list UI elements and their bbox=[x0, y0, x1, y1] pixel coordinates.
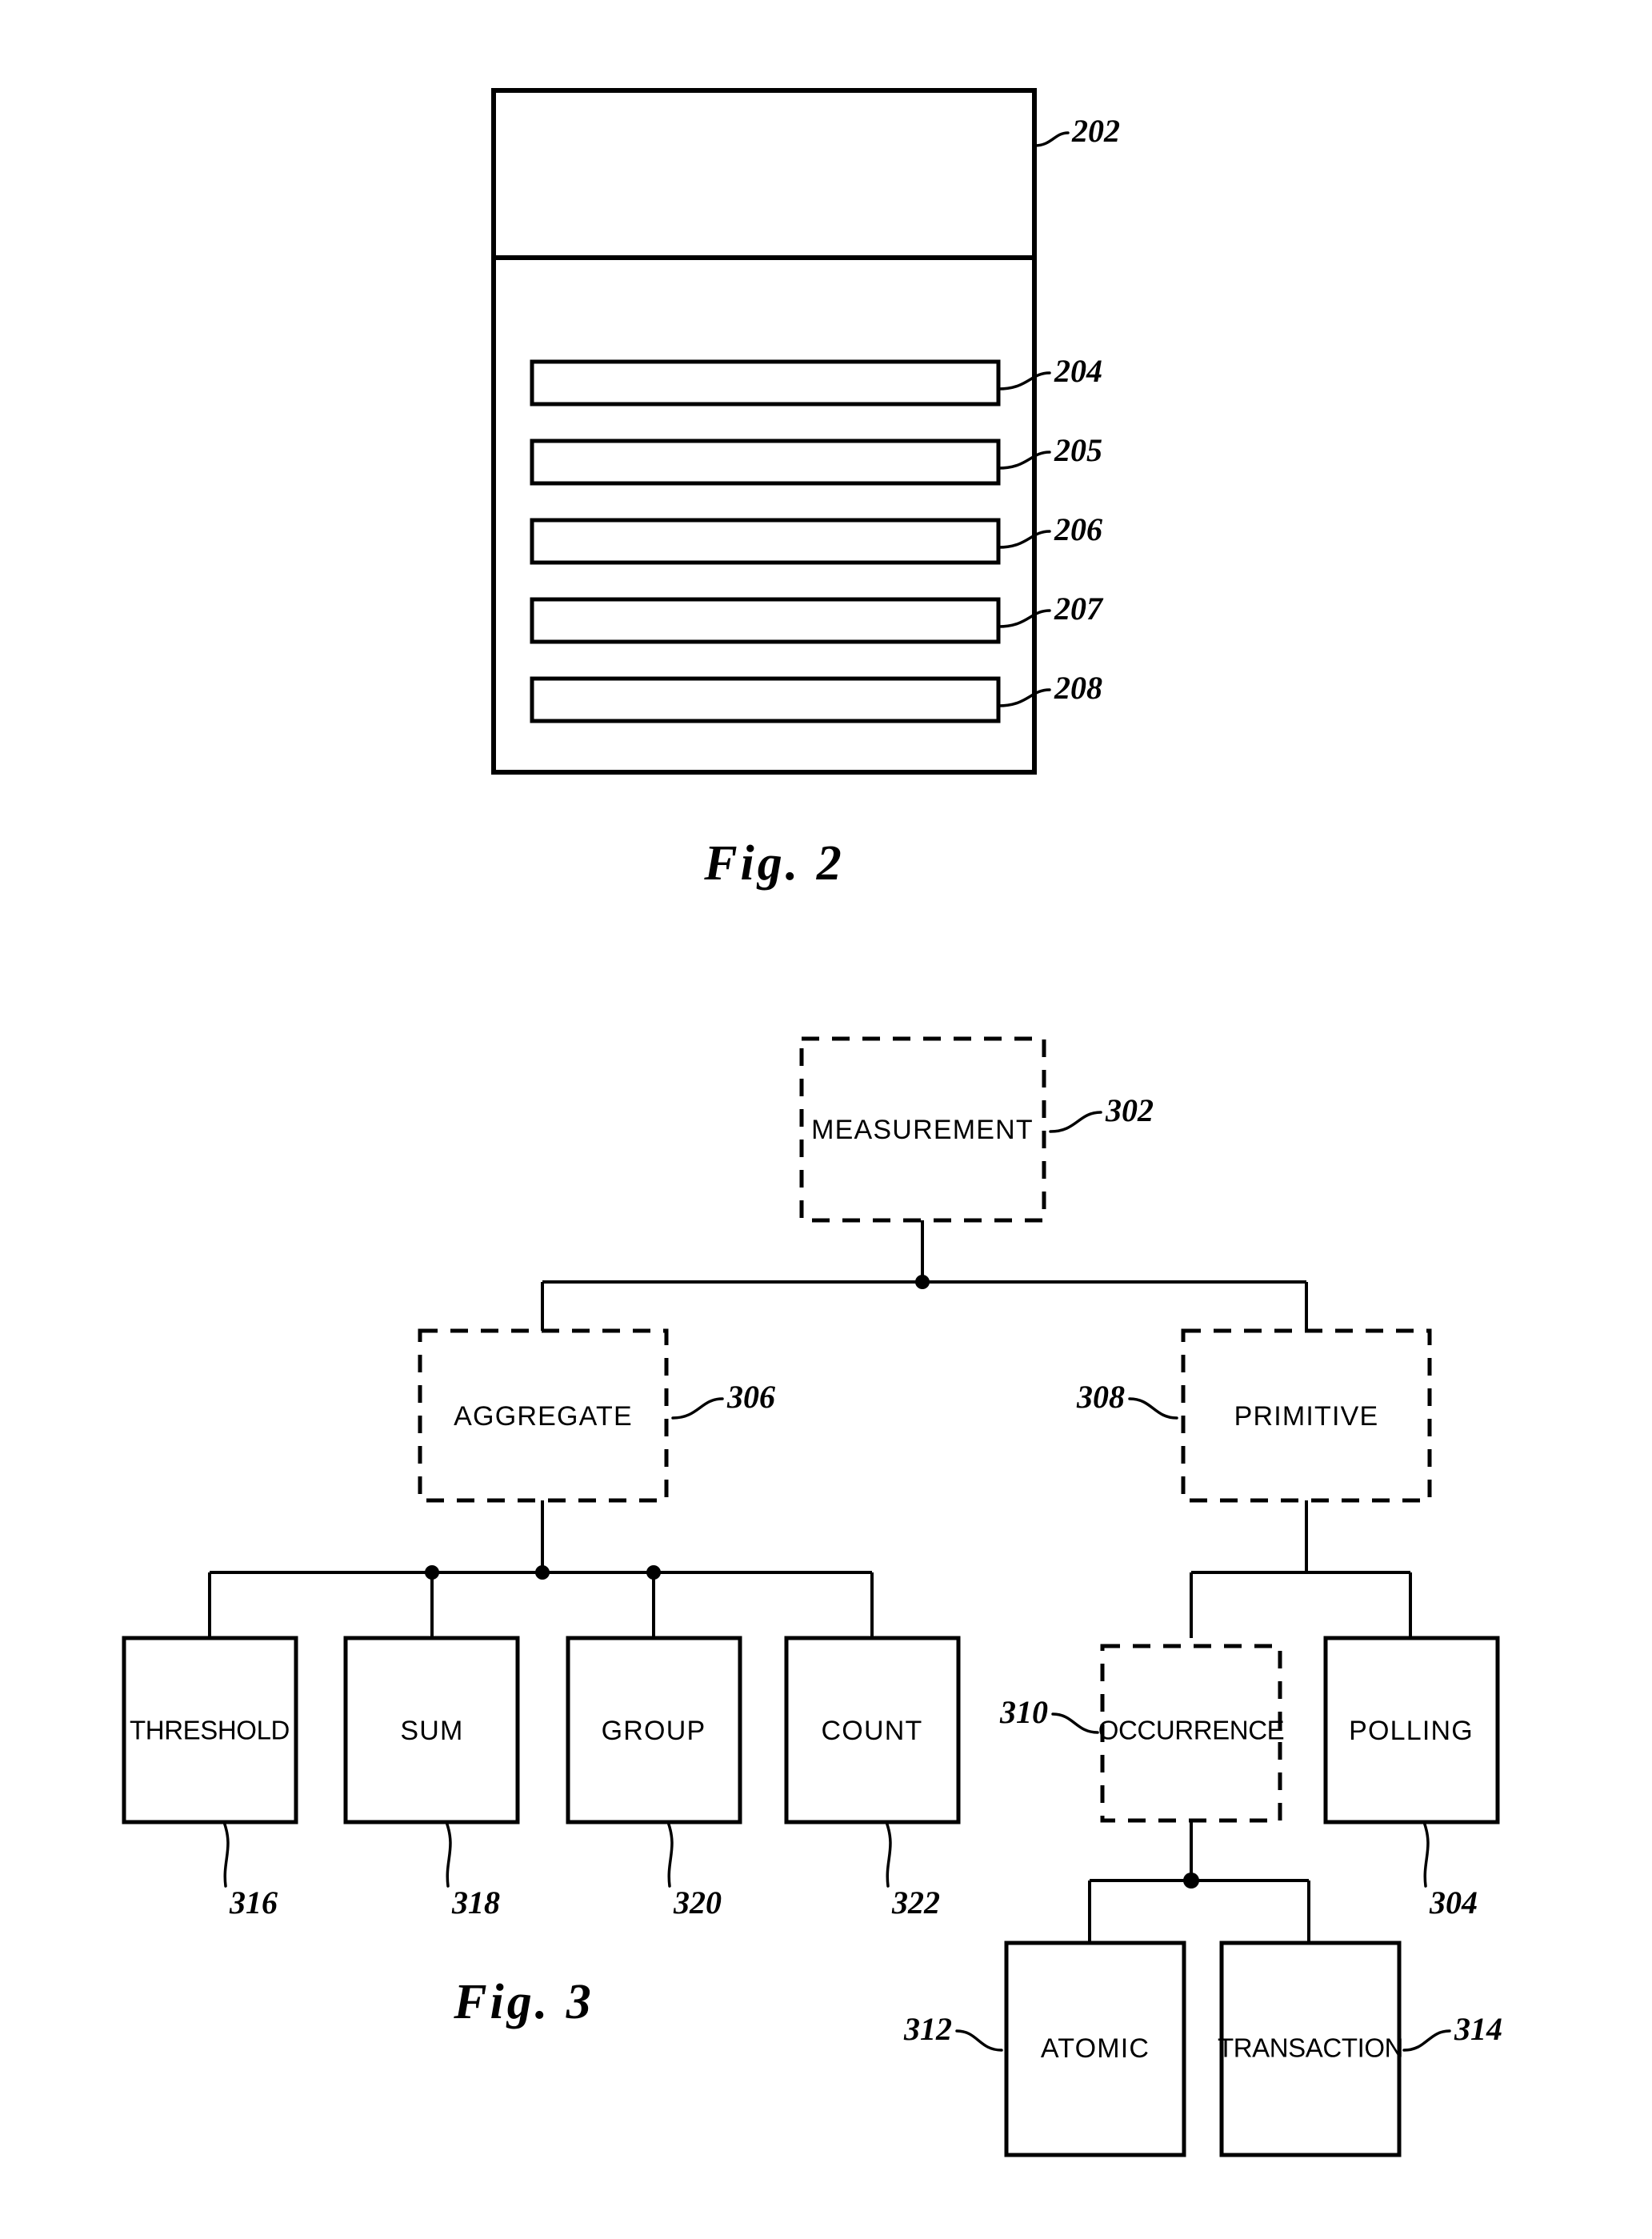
figure-2-group: 202 204 205 206 207 208 Fig. 2 bbox=[491, 88, 1120, 891]
ref-label-314: 314 bbox=[1454, 2011, 1502, 2047]
junction-dot-measurement bbox=[915, 1275, 930, 1289]
junction-dot-aggregate-center bbox=[535, 1565, 550, 1580]
ref-label-306: 306 bbox=[726, 1379, 775, 1415]
leader-line-308 bbox=[1128, 1397, 1178, 1420]
figure2-bar-2 bbox=[530, 439, 1001, 486]
leader-line-318 bbox=[445, 1820, 452, 1888]
figure3-caption: Fig. 3 bbox=[453, 1975, 594, 2029]
ref-label-318: 318 bbox=[451, 1885, 500, 1921]
figure2-caption: Fig. 2 bbox=[703, 836, 845, 891]
node-transaction[interactable]: TRANSACTION bbox=[1218, 1941, 1403, 2157]
node-measurement-label: MEASUREMENT bbox=[811, 1115, 1034, 1145]
leader-line-306 bbox=[671, 1397, 724, 1420]
node-occurrence-label: OCCURRENCE bbox=[1098, 1716, 1285, 1745]
ref-label-312: 312 bbox=[903, 2011, 952, 2047]
node-measurement[interactable]: MEASUREMENT bbox=[799, 1036, 1046, 1223]
figure-3-group: MEASUREMENT 302 AGGREGATE 306 PRIMITIVE … bbox=[122, 1036, 1502, 2157]
node-primitive[interactable]: PRIMITIVE bbox=[1181, 1328, 1432, 1503]
ref-label-204: 204 bbox=[1054, 353, 1102, 389]
leader-line-310 bbox=[1051, 1712, 1099, 1734]
leader-line-304 bbox=[1422, 1820, 1430, 1888]
node-group-label: GROUP bbox=[602, 1716, 706, 1746]
figures-canvas: 202 204 205 206 207 208 Fig. 2 MEASUREME… bbox=[122, 88, 1502, 2157]
node-primitive-label: PRIMITIVE bbox=[1234, 1401, 1379, 1432]
node-aggregate[interactable]: AGGREGATE bbox=[418, 1328, 669, 1503]
leader-line-316 bbox=[222, 1820, 230, 1888]
ref-label-304: 304 bbox=[1429, 1885, 1478, 1921]
ref-label-320: 320 bbox=[673, 1885, 722, 1921]
figure2-outer-container bbox=[491, 88, 1037, 775]
ref-label-316: 316 bbox=[229, 1885, 278, 1921]
ref-label-322: 322 bbox=[891, 1885, 940, 1921]
node-count-label: COUNT bbox=[822, 1716, 923, 1746]
leader-line-202 bbox=[1033, 131, 1070, 147]
figure2-bar-1 bbox=[530, 359, 1001, 407]
node-atomic-label: ATOMIC bbox=[1041, 2033, 1150, 2064]
ref-label-308: 308 bbox=[1076, 1379, 1125, 1415]
figure2-bar-3 bbox=[530, 518, 1001, 565]
ref-label-302: 302 bbox=[1105, 1092, 1154, 1128]
node-polling[interactable]: POLLING bbox=[1323, 1636, 1500, 1824]
ref-label-208: 208 bbox=[1054, 670, 1102, 706]
node-atomic[interactable]: ATOMIC bbox=[1004, 1941, 1186, 2157]
node-threshold-label: THRESHOLD bbox=[130, 1716, 290, 1745]
ref-label-202: 202 bbox=[1071, 113, 1120, 149]
leader-line-322 bbox=[885, 1820, 892, 1888]
node-group[interactable]: GROUP bbox=[566, 1636, 742, 1824]
node-count[interactable]: COUNT bbox=[784, 1636, 961, 1824]
figure2-bar-4 bbox=[530, 597, 1001, 644]
ref-label-310: 310 bbox=[999, 1694, 1048, 1730]
node-transaction-label: TRANSACTION bbox=[1218, 2033, 1403, 2063]
ref-label-207: 207 bbox=[1054, 591, 1104, 627]
node-sum[interactable]: SUM bbox=[343, 1636, 520, 1824]
node-threshold[interactable]: THRESHOLD bbox=[122, 1636, 298, 1824]
leader-line-312 bbox=[955, 2029, 1003, 2052]
node-aggregate-label: AGGREGATE bbox=[454, 1401, 633, 1432]
leader-line-320 bbox=[666, 1820, 674, 1888]
leader-line-314 bbox=[1402, 2029, 1451, 2052]
junction-dot-occurrence bbox=[1183, 1873, 1199, 1889]
ref-label-206: 206 bbox=[1054, 511, 1102, 547]
patent-drawing-sheet: 202 204 205 206 207 208 Fig. 2 MEASUREME… bbox=[0, 0, 1652, 2239]
ref-label-205: 205 bbox=[1054, 432, 1102, 468]
node-occurrence[interactable]: OCCURRENCE bbox=[1098, 1644, 1285, 1823]
figure2-bar-5 bbox=[530, 676, 1001, 723]
leader-line-302 bbox=[1049, 1111, 1102, 1133]
figure3-connectors bbox=[208, 1220, 1412, 1943]
node-sum-label: SUM bbox=[400, 1716, 463, 1746]
node-polling-label: POLLING bbox=[1349, 1716, 1474, 1746]
